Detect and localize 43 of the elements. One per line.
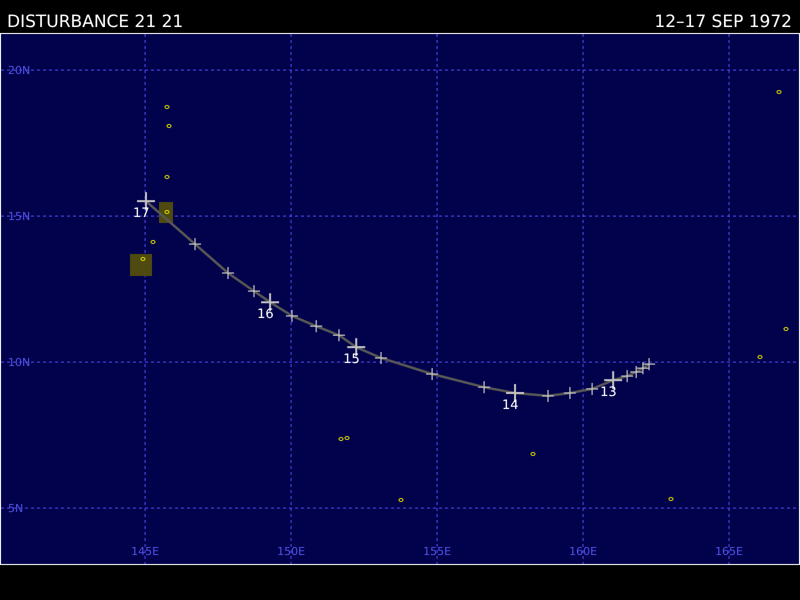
island-highlight	[130, 254, 152, 276]
island-mark	[166, 124, 172, 128]
island-mark	[784, 327, 788, 331]
storm-title: DISTURBANCE 21 21	[7, 12, 184, 33]
island-mark	[140, 257, 146, 261]
track-point-icon	[310, 320, 322, 332]
day-label: 14	[502, 398, 519, 414]
island-mark	[530, 452, 536, 456]
island-mark	[164, 175, 170, 179]
longitude-label: 160E	[569, 545, 598, 558]
track-point-icon	[630, 366, 642, 378]
track-point-icon	[375, 352, 388, 364]
track-point-icon	[643, 358, 656, 370]
track-point-icon	[478, 381, 490, 394]
track-point-icon	[542, 390, 554, 402]
longitude-label: 165E	[715, 545, 744, 558]
day-label: 16	[257, 307, 274, 322]
track-point-icon	[332, 329, 345, 342]
island-mark	[398, 498, 404, 502]
track-point-icon	[586, 382, 598, 395]
latitude-label: 10N	[8, 356, 30, 370]
latitude-label: 20N	[8, 64, 30, 78]
island-mark	[776, 90, 782, 94]
track-point-icon	[286, 310, 298, 322]
track-point-icon	[636, 362, 649, 374]
longitude-label: 145E	[131, 545, 160, 558]
track-point-icon	[189, 238, 202, 250]
longitude-label: 155E	[423, 545, 452, 558]
island-mark	[150, 240, 156, 244]
track-point-icon	[222, 267, 234, 280]
track-point-icon	[564, 387, 576, 400]
longitude-label: 150E	[277, 545, 306, 558]
island-mark	[164, 210, 170, 214]
date-range: 12–17 SEP 1972	[654, 12, 792, 33]
island-mark	[668, 497, 674, 501]
island-mark	[164, 105, 170, 109]
island-mark	[758, 355, 762, 359]
day-label: 15	[343, 352, 360, 368]
track-point-icon	[426, 368, 438, 380]
latitude-label: 15N	[8, 210, 30, 224]
day-label: 17	[132, 206, 150, 222]
latitude-label: 5N	[8, 502, 24, 516]
day-label: 13	[600, 385, 617, 400]
